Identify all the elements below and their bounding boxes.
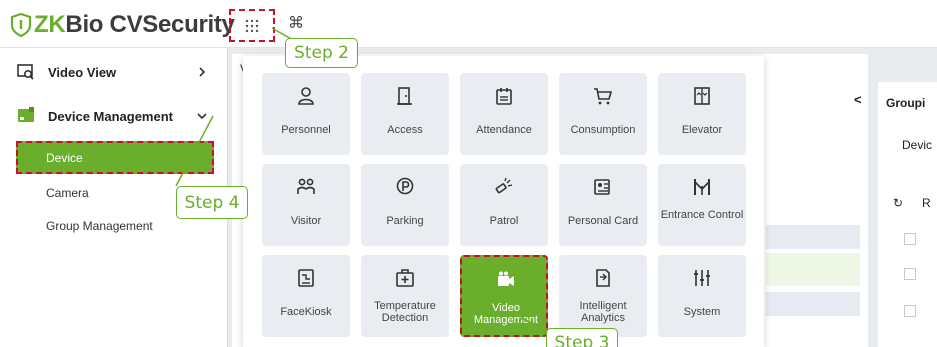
table-row[interactable]: [766, 225, 860, 249]
apps-popup: Personnel Access Attendance Consumption …: [243, 56, 764, 347]
step-3-callout: Step 3: [546, 328, 618, 347]
command-icon[interactable]: ⌘: [288, 13, 304, 33]
turnstile-icon: [694, 179, 710, 195]
table-row[interactable]: [766, 292, 860, 316]
step-2-callout: Step 2: [285, 38, 358, 68]
app-tile-parking[interactable]: Parking: [361, 164, 449, 246]
grouping-title: Groupi: [886, 96, 926, 110]
sidebar-item-device-management[interactable]: Device Management: [0, 96, 228, 136]
app-tile-label: Personal Card: [567, 215, 639, 227]
app-logo: ZKBio CVSecurity: [10, 10, 235, 40]
app-tile-temperature-detection[interactable]: Temperature Detection: [361, 255, 449, 337]
app-tile-personnel[interactable]: Personnel: [262, 73, 350, 155]
app-tile-label: Elevator: [681, 124, 723, 136]
table-row[interactable]: [766, 253, 860, 286]
cart-icon: [594, 88, 613, 105]
device-field-label: Devic: [902, 138, 933, 152]
collapse-icon[interactable]: <: [854, 92, 862, 107]
elevator-icon: [694, 87, 710, 105]
app-tile-label: Access: [387, 124, 423, 136]
sidebar-item-video-view[interactable]: Video View: [0, 52, 228, 92]
app-window: ZKBio CVSecurity ⌘ Video View Device Man…: [0, 0, 937, 347]
row-checkbox[interactable]: [904, 305, 916, 317]
shield-logo-icon: [10, 13, 32, 37]
app-tile-label: Video Management: [473, 302, 539, 326]
app-tile-label: Parking: [386, 215, 424, 227]
video-camera-icon: [498, 271, 514, 286]
app-tile-entrance-control[interactable]: Entrance Control: [658, 164, 746, 246]
top-bar: ZKBio CVSecurity ⌘: [0, 0, 937, 48]
apps-menu-button[interactable]: [229, 9, 275, 42]
row-checkbox[interactable]: [904, 233, 916, 245]
face-kiosk-icon: [298, 269, 314, 287]
door-icon: [397, 87, 412, 105]
app-tile-attendance[interactable]: Attendance: [460, 73, 548, 155]
step-4-callout: Step 4: [176, 186, 248, 219]
app-tile-label: Patrol: [489, 215, 519, 227]
app-tile-label: Personnel: [281, 124, 331, 136]
app-tile-video-management[interactable]: Video Management: [460, 255, 548, 337]
medical-kit-icon: [396, 269, 414, 287]
analytics-icon: [596, 269, 610, 287]
patrol-icon: [495, 177, 513, 194]
app-tile-label: Temperature Detection: [374, 300, 436, 324]
app-tile-patrol[interactable]: Patrol: [460, 164, 548, 246]
app-tile-intelligent-analytics[interactable]: Intelligent Analytics: [559, 255, 647, 337]
app-tile-label: Consumption: [570, 124, 636, 136]
device-management-icon: [18, 107, 34, 122]
logo-product: Bio CVSecurity: [65, 11, 235, 38]
app-tile-label: System: [683, 306, 721, 318]
sliders-icon: [694, 270, 710, 286]
app-tile-elevator[interactable]: Elevator: [658, 73, 746, 155]
sidebar-item-label: Device Management: [48, 108, 173, 124]
id-card-icon: [594, 179, 610, 195]
refresh-label[interactable]: R: [922, 196, 931, 210]
app-tile-label: FaceKiosk: [280, 306, 332, 318]
app-tile-label: Visitor: [290, 215, 322, 227]
chevron-right-icon: [199, 67, 206, 77]
app-tile-visitor[interactable]: Visitor: [262, 164, 350, 246]
app-tile-consumption[interactable]: Consumption: [559, 73, 647, 155]
app-tile-system[interactable]: System: [658, 255, 746, 337]
parking-icon: [396, 177, 414, 195]
app-tile-access[interactable]: Access: [361, 73, 449, 155]
sidebar-sub-item-device[interactable]: Device: [16, 141, 214, 174]
video-view-icon: [17, 64, 34, 80]
person-icon: [298, 87, 314, 105]
app-tile-facekiosk[interactable]: FaceKiosk: [262, 255, 350, 337]
sidebar-sub-item-group-management[interactable]: Group Management: [46, 219, 153, 233]
sidebar-sub-item-label: Device: [46, 151, 83, 165]
calendar-icon: [496, 88, 512, 105]
sidebar-sub-item-camera[interactable]: Camera: [46, 186, 89, 200]
chevron-down-icon: [197, 113, 207, 120]
app-tile-label: Intelligent Analytics: [579, 300, 627, 324]
visitor-icon: [297, 178, 315, 194]
logo-brand: ZK: [34, 11, 66, 38]
app-tile-label: Attendance: [476, 124, 532, 136]
refresh-icon[interactable]: ↻: [893, 196, 903, 210]
sidebar-item-label: Video View: [48, 64, 117, 80]
app-tile-personal-card[interactable]: Personal Card: [559, 164, 647, 246]
row-checkbox[interactable]: [904, 268, 916, 280]
grid-dots-icon: [245, 19, 259, 32]
app-tile-label: Entrance Control: [660, 209, 744, 221]
